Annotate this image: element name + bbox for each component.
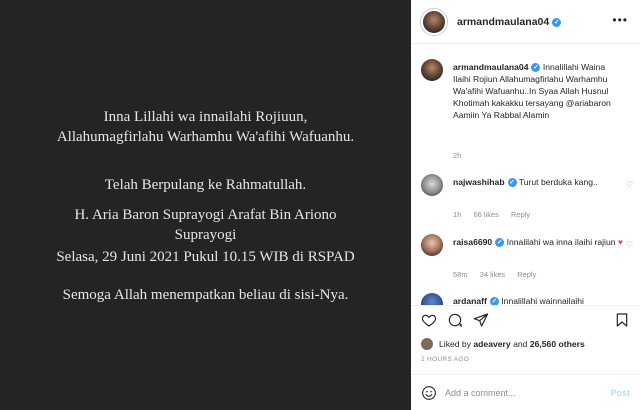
post-timestamp[interactable]: 2 HOURS AGO: [421, 356, 469, 363]
like-heart-icon[interactable]: [421, 312, 437, 328]
post-text-line: Allahumagfirlahu Warhamhu Wa'afihi Wafua…: [56, 129, 355, 145]
caption-time: 2h: [453, 151, 462, 160]
verified-badge-icon: ✓: [552, 17, 562, 27]
comment-text: Innalilahi wa inna ilaihi rajiun: [506, 237, 616, 247]
like-comment-icon[interactable]: ♡: [626, 180, 633, 189]
post-text-line: Telah Berpulang ke Rahmatullah.: [104, 177, 307, 193]
liked-by-prefix: Liked by: [439, 339, 472, 349]
caption-username[interactable]: armandmaulana04: [453, 62, 528, 72]
comment-body: ardanaff ✓ Innalillahi wainnailaihi: [453, 295, 623, 305]
comment-time: 1h: [453, 210, 462, 219]
comment-body: raisa6690 ✓ Innalilahi wa inna ilaihi raj…: [453, 236, 623, 248]
liked-by-row: Liked by adeavery and 26,560 others: [421, 336, 585, 352]
avatar[interactable]: [421, 8, 447, 35]
post-button[interactable]: Post: [610, 388, 630, 398]
liked-by-user[interactable]: adeavery: [473, 339, 510, 349]
comment-username[interactable]: ardanaff: [453, 296, 487, 305]
verified-badge-icon: ✓: [507, 178, 517, 187]
verified-badge-icon: ✓: [495, 238, 505, 247]
comment-username[interactable]: raisa6690: [453, 237, 492, 247]
reply-button[interactable]: Reply: [517, 270, 536, 279]
save-bookmark-icon[interactable]: [614, 312, 630, 328]
comment-body: najwashihab ✓ Turut berduka kang..: [453, 176, 623, 188]
avatar[interactable]: [421, 174, 443, 196]
emoji-icon[interactable]: [421, 385, 437, 401]
comment-bubble-icon[interactable]: [447, 312, 463, 328]
action-bar: [411, 305, 640, 335]
liked-by-count[interactable]: 26,560 others: [530, 339, 585, 349]
more-options-icon[interactable]: •••: [612, 13, 628, 27]
comments-section[interactable]: armandmaulana04 ✓ Innalillahi Waina Ilaih…: [411, 45, 640, 305]
post-side-panel: armandmaulana04 ✓ ••• armandmaulana04 ✓ In…: [411, 0, 640, 410]
comment-username[interactable]: najwashihab: [453, 177, 505, 187]
comment-composer: Post: [411, 374, 640, 410]
post-text-line: Inna Lillahi wa innailahi Rojiuun,: [103, 109, 308, 125]
caption-meta: 2h: [453, 151, 471, 160]
comment-likes[interactable]: 66 likes: [473, 210, 498, 219]
comment-meta: 58m 34 likes Reply: [453, 270, 546, 279]
header-username[interactable]: armandmaulana04: [457, 16, 549, 28]
comment-time: 58m: [453, 270, 468, 279]
red-heart-icon: ♥: [617, 237, 624, 247]
post-text-line: Suprayogi: [174, 227, 237, 243]
post-text-line: Selasa, 29 Juni 2021 Pukul 10.15 WIB di …: [56, 249, 355, 265]
verified-badge-icon: ✓: [531, 63, 541, 72]
post-image: Inna Lillahi wa innailahi Rojiuun, Allah…: [0, 0, 411, 410]
comment-text: Turut berduka kang..: [518, 177, 598, 187]
avatar[interactable]: [421, 293, 443, 305]
comment-likes[interactable]: 34 likes: [480, 270, 505, 279]
comment-meta: 1h 66 likes Reply: [453, 210, 540, 219]
comment-text: Innalillahi wainnailaihi: [501, 296, 584, 305]
post-text-line: H. Aria Baron Suprayogi Arafat Bin Arion…: [74, 207, 337, 223]
like-comment-icon[interactable]: ♡: [626, 240, 633, 249]
comment-input[interactable]: [445, 387, 595, 398]
avatar[interactable]: [421, 338, 433, 350]
post-text-line: Semoga Allah menempatkan beliau di sisi-…: [62, 287, 349, 303]
share-paper-plane-icon[interactable]: [473, 312, 489, 328]
liked-by-and: and: [513, 339, 528, 349]
caption-body: armandmaulana04 ✓ Innalillahi Waina Ilaih…: [453, 61, 623, 121]
avatar[interactable]: [421, 234, 443, 256]
reply-button[interactable]: Reply: [511, 210, 530, 219]
post-header: armandmaulana04 ✓ •••: [411, 0, 640, 44]
header-username-wrap: armandmaulana04 ✓: [457, 16, 562, 28]
verified-badge-icon: ✓: [489, 297, 499, 305]
avatar[interactable]: [421, 59, 443, 81]
